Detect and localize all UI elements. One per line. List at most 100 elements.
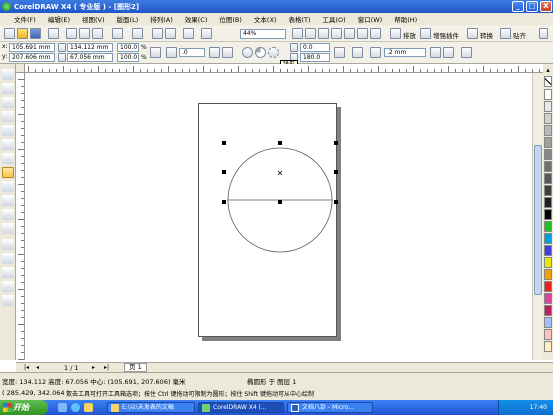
task-folder[interactable]: E:\以\未发表的文稿 [107,402,195,413]
open-folder-icon[interactable] [17,28,28,39]
quicklaunch-desktop-icon[interactable] [58,403,67,412]
freehand-tool-icon[interactable] [2,125,14,136]
menu-arrange[interactable]: 排列(A) [144,14,179,24]
color-swatch[interactable] [544,173,552,184]
new-document-icon[interactable] [4,28,15,39]
pick-tool-icon[interactable] [2,69,14,80]
change-direction-icon[interactable] [334,47,345,58]
maximize-button[interactable]: □ [526,1,538,12]
color-swatch[interactable] [544,305,552,316]
redo-icon[interactable] [132,28,143,39]
color-swatch[interactable] [544,101,552,112]
eyedropper-tool-icon[interactable] [2,253,14,264]
to-front-icon[interactable] [430,47,441,58]
menu-text[interactable]: 文本(X) [248,14,283,24]
color-swatch[interactable] [544,161,552,172]
outline-tool-icon[interactable] [2,267,14,278]
polygon-tool-icon[interactable] [2,181,14,192]
width-field[interactable]: 134.112 mm [67,43,113,52]
height-field[interactable]: 67.056 mm [67,53,113,62]
menu-effects[interactable]: 效果(C) [179,14,214,24]
close-button[interactable]: X [540,1,552,12]
menu-table[interactable]: 表格(T) [282,14,316,24]
page-tab[interactable]: 页 1 [124,363,147,372]
color-swatch[interactable] [544,281,552,292]
color-swatch[interactable] [544,209,552,220]
export-icon[interactable] [165,28,176,39]
drawing-svg[interactable] [198,103,338,338]
color-swatch[interactable] [544,185,552,196]
color-swatch[interactable] [544,125,552,136]
mirror-vertical-icon[interactable] [222,47,233,58]
zoom-in-icon[interactable] [305,28,316,39]
zoom-width-icon[interactable] [370,28,381,39]
text-tool-icon[interactable] [2,209,14,220]
start-angle-field[interactable]: 0.0 [300,43,330,52]
wrap-text-icon[interactable] [352,47,363,58]
smart-fill-tool-icon[interactable] [2,139,14,150]
fill-tool-icon[interactable] [2,281,14,292]
zoom-level-select[interactable]: 44% [240,29,286,39]
rectangle-tool-icon[interactable] [2,153,14,164]
menu-layout[interactable]: 版面(L) [111,14,145,24]
ellipse-mode-icon[interactable] [242,47,253,58]
snap-label[interactable]: 贴齐 [513,30,526,40]
selection-handle[interactable] [334,170,338,174]
color-swatch[interactable] [544,149,552,160]
zoom-tool-icon[interactable] [2,111,14,122]
plugin-icon[interactable] [420,28,431,39]
menu-help[interactable]: 帮助(H) [388,14,423,24]
last-page-icon[interactable]: ▸| [104,364,112,371]
minimize-button[interactable]: _ [512,1,524,12]
color-swatch[interactable] [544,245,552,256]
table-tool-icon[interactable] [2,223,14,234]
cut-icon[interactable] [66,28,77,39]
selection-handle[interactable] [278,200,282,204]
selection-handle[interactable] [278,141,282,145]
color-swatch[interactable] [544,257,552,268]
quicklaunch-explorer-icon[interactable] [84,403,93,412]
selection-handle[interactable] [334,200,338,204]
toolbar-overflow-icon[interactable] [539,28,548,39]
zoom-out-icon[interactable] [318,28,329,39]
color-swatch[interactable] [544,197,552,208]
task-word[interactable]: 文档八卦 - Micro... [287,402,373,413]
crop-tool-icon[interactable] [2,97,14,108]
arc-mode-icon[interactable] [268,47,279,58]
outline-width-select[interactable]: .2 mm [384,48,426,57]
arrange-label[interactable]: 排放 [403,30,416,40]
next-page-icon[interactable]: ▸ [92,364,100,371]
application-launcher-icon[interactable] [183,28,194,39]
pie-mode-icon[interactable] [255,47,266,58]
color-swatch[interactable] [544,341,552,352]
palette-scroll-up-icon[interactable]: ▴ [544,66,552,74]
rotation-angle-field[interactable]: .0 [179,48,205,57]
import-icon[interactable] [152,28,163,39]
menu-edit[interactable]: 编辑(E) [42,14,76,24]
color-swatch[interactable] [544,293,552,304]
corel-online-icon[interactable] [201,28,212,39]
snap-icon[interactable] [500,28,511,39]
scale-x-field[interactable]: 100.0 [117,43,139,52]
quicklaunch-ie-icon[interactable] [71,403,80,412]
color-swatch[interactable] [544,233,552,244]
convert-to-curves-icon[interactable] [461,47,472,58]
color-swatch[interactable] [544,269,552,280]
selection-handle[interactable] [222,170,226,174]
color-swatch[interactable] [544,89,552,100]
mirror-horizontal-icon[interactable] [209,47,220,58]
vertical-scroll-thumb[interactable] [534,145,542,295]
no-color-swatch[interactable] [544,76,552,87]
zoom-all-icon[interactable] [344,28,355,39]
copy-icon[interactable] [79,28,90,39]
first-page-icon[interactable]: |◂ [24,364,32,371]
convert-label[interactable]: 转换 [480,30,493,40]
color-swatch[interactable] [544,113,552,124]
print-icon[interactable] [48,28,59,39]
prev-page-icon[interactable]: ◂ [36,364,44,371]
ruler-origin[interactable] [16,64,25,73]
upper-arc-shape[interactable] [227,147,333,201]
menu-tools[interactable]: 工具(O) [317,14,352,24]
zoom-icon[interactable] [292,28,303,39]
ellipse-tool-icon[interactable] [2,167,14,178]
